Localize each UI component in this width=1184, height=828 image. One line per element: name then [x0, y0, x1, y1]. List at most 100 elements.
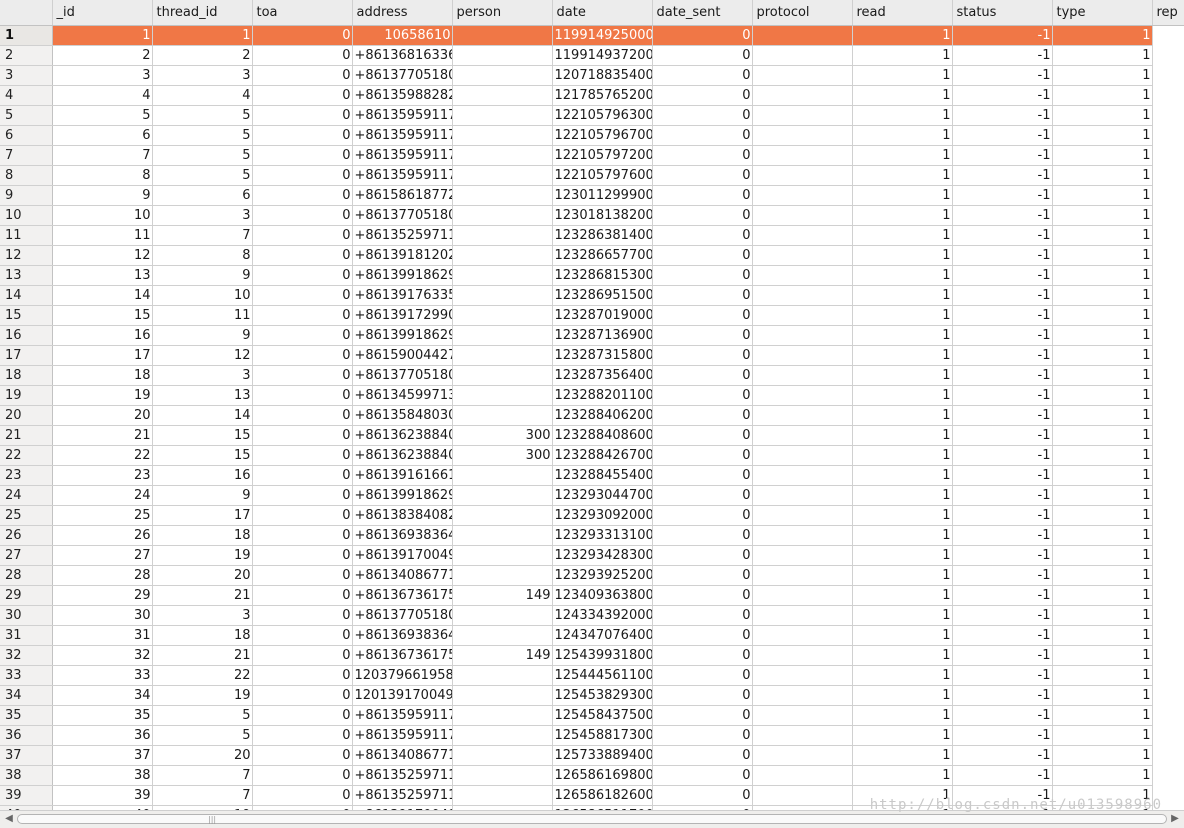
cell-person[interactable] [452, 125, 553, 146]
table-row[interactable]: 7750+8613595911766122105797200001-11 [0, 145, 1184, 166]
cell--id[interactable]: 25 [52, 505, 153, 526]
cell-type[interactable]: 1 [1052, 665, 1153, 686]
row-number[interactable]: 14 [0, 285, 53, 306]
cell-read[interactable]: 1 [852, 665, 953, 686]
cell-date-sent[interactable]: 0 [652, 445, 753, 466]
table-row[interactable]: 2929210+8613673617580149123409363800001-… [0, 585, 1184, 606]
cell-date-sent[interactable]: 0 [652, 145, 753, 166]
cell-read[interactable]: 1 [852, 585, 953, 606]
cell--id[interactable]: 33 [52, 665, 153, 686]
cell-thread-id[interactable]: 1 [152, 25, 253, 46]
table-row[interactable]: 383870+8613525971111126586169800001-11 [0, 765, 1184, 786]
cell-toa[interactable]: 0 [252, 205, 353, 226]
cell-date[interactable]: 1199149250000 [552, 25, 653, 46]
row-number[interactable]: 33 [0, 665, 53, 686]
cell-address[interactable]: +8613673617580 [352, 585, 453, 606]
table-row[interactable]: 2121150+8613623884041300123288408600001-… [0, 425, 1184, 446]
cell-person[interactable] [452, 305, 553, 326]
cell-person[interactable] [452, 485, 553, 506]
cell-thread-id[interactable]: 20 [152, 565, 253, 586]
table-row[interactable]: 8850+8613595911766122105797600001-11 [0, 165, 1184, 186]
cell-read[interactable]: 1 [852, 185, 953, 206]
cell-protocol[interactable] [752, 25, 853, 46]
table-row[interactable]: 161690+8613991862919123287136900001-11 [0, 325, 1184, 346]
row-number[interactable]: 2 [0, 45, 53, 66]
cell-protocol[interactable] [752, 225, 853, 246]
cell-status[interactable]: -1 [952, 65, 1053, 86]
cell-protocol[interactable] [752, 165, 853, 186]
cell-date-sent[interactable]: 0 [652, 665, 753, 686]
row-number[interactable]: 31 [0, 625, 53, 646]
cell-address[interactable]: +8613408677180 [352, 745, 453, 766]
cell-read[interactable]: 1 [852, 365, 953, 386]
cell-status[interactable]: -1 [952, 565, 1053, 586]
row-number[interactable]: 15 [0, 305, 53, 326]
cell-toa[interactable]: 0 [252, 385, 353, 406]
cell-person[interactable] [452, 245, 553, 266]
cell-person[interactable] [452, 625, 553, 646]
cell-protocol[interactable] [752, 665, 853, 686]
table-row[interactable]: 2626180+8613693836489123293313100001-11 [0, 525, 1184, 546]
row-number[interactable]: 34 [0, 685, 53, 706]
table-row[interactable]: 343419012013917004907125453829300001-11 [0, 685, 1184, 706]
cell-status[interactable]: -1 [952, 85, 1053, 106]
cell-date[interactable]: 1232882011000 [552, 385, 653, 406]
table-row[interactable]: 2727190+8613917004907123293428300001-11 [0, 545, 1184, 566]
cell-date-sent[interactable]: 0 [652, 345, 753, 366]
cell-protocol[interactable] [752, 325, 853, 346]
cell-thread-id[interactable]: 3 [152, 65, 253, 86]
cell-type[interactable]: 1 [1052, 705, 1153, 726]
cell-date-sent[interactable]: 0 [652, 585, 753, 606]
cell-status[interactable]: -1 [952, 305, 1053, 326]
cell--id[interactable]: 1 [52, 25, 153, 46]
cell-type[interactable]: 1 [1052, 485, 1153, 506]
cell-status[interactable]: -1 [952, 205, 1053, 226]
cell-status[interactable]: -1 [952, 285, 1053, 306]
row-number[interactable]: 10 [0, 205, 53, 226]
cell-status[interactable]: -1 [952, 105, 1053, 126]
cell-read[interactable]: 1 [852, 765, 953, 786]
cell-read[interactable]: 1 [852, 445, 953, 466]
cell-person[interactable] [452, 365, 553, 386]
cell-address[interactable]: +8613459971300 [352, 385, 453, 406]
cell--id[interactable]: 17 [52, 345, 153, 366]
cell-date-sent[interactable]: 0 [652, 705, 753, 726]
column-header-person[interactable]: person [452, 0, 553, 26]
cell-date[interactable]: 1199149372000 [552, 45, 653, 66]
cell-date-sent[interactable]: 0 [652, 745, 753, 766]
cell-type[interactable]: 1 [1052, 65, 1153, 86]
cell-status[interactable]: -1 [952, 625, 1053, 646]
cell-date-sent[interactable]: 0 [652, 45, 753, 66]
column-header-address[interactable]: address [352, 0, 453, 26]
cell-status[interactable]: -1 [952, 225, 1053, 246]
cell-thread-id[interactable]: 3 [152, 205, 253, 226]
table-row[interactable]: 1919130+8613459971300123288201100001-11 [0, 385, 1184, 406]
cell-person[interactable] [452, 325, 553, 346]
cell--id[interactable]: 19 [52, 385, 153, 406]
cell-status[interactable]: -1 [952, 445, 1053, 466]
cell-toa[interactable]: 0 [252, 645, 353, 666]
cell-type[interactable]: 1 [1052, 145, 1153, 166]
cell-person[interactable] [452, 185, 553, 206]
cell--id[interactable]: 4 [52, 85, 153, 106]
cell-thread-id[interactable]: 5 [152, 105, 253, 126]
cell-date-sent[interactable]: 0 [652, 365, 753, 386]
table-row[interactable]: 3131180+8613693836489124347076400001-11 [0, 625, 1184, 646]
cell-protocol[interactable] [752, 85, 853, 106]
row-number[interactable]: 4 [0, 85, 53, 106]
cell--id[interactable]: 35 [52, 705, 153, 726]
table-row[interactable]: 131390+8613991862919123286815300001-11 [0, 265, 1184, 286]
cell-status[interactable]: -1 [952, 125, 1053, 146]
cell-toa[interactable]: 0 [252, 585, 353, 606]
cell-date[interactable]: 1232869515000 [552, 285, 653, 306]
cell-date[interactable]: 1232866577000 [552, 245, 653, 266]
cell-protocol[interactable] [752, 105, 853, 126]
cell-protocol[interactable] [752, 545, 853, 566]
cell-person[interactable] [452, 145, 553, 166]
cell-toa[interactable]: 0 [252, 565, 353, 586]
cell-toa[interactable]: 0 [252, 65, 353, 86]
table-row[interactable]: 121280+8613918120240123286657700001-11 [0, 245, 1184, 266]
cell-protocol[interactable] [752, 205, 853, 226]
cell-thread-id[interactable]: 5 [152, 725, 253, 746]
cell--id[interactable]: 36 [52, 725, 153, 746]
